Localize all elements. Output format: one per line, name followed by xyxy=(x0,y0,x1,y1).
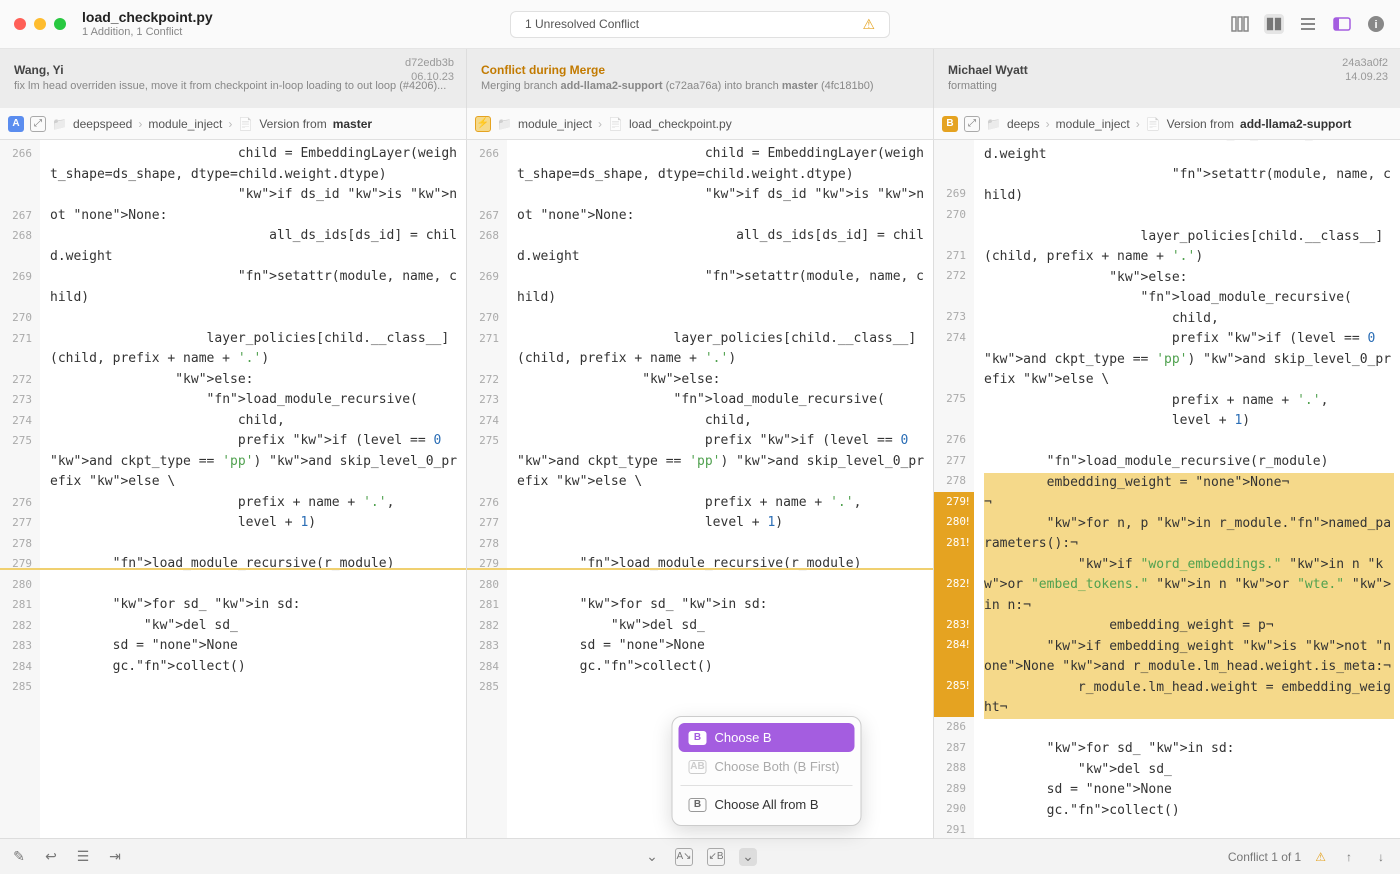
both-badge-icon: AB xyxy=(689,760,707,774)
commit-hash-right: 24a3a0f2 xyxy=(1342,57,1388,69)
commit-author-left: Wang, Yi xyxy=(14,63,452,77)
conflict-marker-left xyxy=(0,568,466,570)
sidebar-toggle-icon[interactable] xyxy=(1332,14,1352,34)
prev-conflict-icon[interactable]: ↑ xyxy=(1340,848,1358,866)
whitespace-icon[interactable]: ⇥ xyxy=(106,848,124,866)
version-a-badge: A xyxy=(8,116,24,132)
merge-title: Conflict during Merge xyxy=(481,63,919,77)
breadcrumb-center[interactable]: ⚡ module_inject › load_checkpoint.py xyxy=(467,108,934,139)
b-badge-icon: B xyxy=(689,798,707,812)
take-b-icon[interactable]: ↙B xyxy=(707,848,725,866)
warning-icon: ⚠︎ xyxy=(862,16,875,33)
wrap-icon[interactable]: ↩ xyxy=(42,848,60,866)
pane-left[interactable]: 2662672682692702712722732742752762772782… xyxy=(0,140,467,838)
commit-info-row: Wang, Yi fix lm head overriden issue, mo… xyxy=(0,48,1400,108)
next-conflict-icon[interactable]: ↓ xyxy=(1372,848,1390,866)
gutter-left: 2662672682692702712722732742752762772782… xyxy=(0,140,40,838)
toolbar-right: i xyxy=(1230,14,1386,34)
conflict-marker-center xyxy=(467,568,933,570)
code-right[interactable]: all_ds_ids[ds_id] = child.weight "fn">se… xyxy=(978,140,1400,838)
resolve-popup: B Choose B AB Choose Both (B First) B Ch… xyxy=(672,716,862,826)
commit-info-left: Wang, Yi fix lm head overriden issue, mo… xyxy=(0,49,467,108)
close-window-button[interactable] xyxy=(14,18,26,30)
edit-icon[interactable]: ✎ xyxy=(10,848,28,866)
chevron-right-icon: › xyxy=(598,117,602,131)
breadcrumb-left[interactable]: A ⤢ deepspeed › module_inject › Version … xyxy=(0,108,467,139)
breadcrumb-right[interactable]: B ⤢ deeps › module_inject › Version from… xyxy=(934,108,1400,139)
breadcrumb-row: A ⤢ deepspeed › module_inject › Version … xyxy=(0,108,1400,140)
chevron-right-icon: › xyxy=(138,117,142,131)
statusbar-left: ✎ ↩ ☰ ⇥ xyxy=(10,848,124,866)
list-icon[interactable] xyxy=(1298,14,1318,34)
layout-split-icon[interactable] xyxy=(1264,14,1284,34)
gutter-center: 2662672682692702712722732742752762772782… xyxy=(467,140,507,838)
chevron-right-icon: › xyxy=(228,117,232,131)
b-badge-icon: B xyxy=(689,731,707,745)
file-title: load_checkpoint.py xyxy=(82,9,213,26)
minimize-window-button[interactable] xyxy=(34,18,46,30)
expand-icon[interactable]: ⤢ xyxy=(964,116,980,132)
commit-info-center: Conflict during Merge Merging branch add… xyxy=(467,49,934,108)
chevron-down-icon[interactable]: ⌄ xyxy=(643,848,661,866)
choose-both-button[interactable]: AB Choose Both (B First) xyxy=(679,752,855,781)
window-controls xyxy=(14,18,66,30)
layout-columns-icon[interactable] xyxy=(1230,14,1250,34)
commit-meta-right: 24a3a0f2 14.09.23 xyxy=(1342,57,1388,83)
choose-all-b-button[interactable]: B Choose All from B xyxy=(679,790,855,819)
conflict-status-pill[interactable]: 1 Unresolved Conflict ⚠︎ xyxy=(510,11,890,38)
popup-divider xyxy=(681,785,853,786)
version-b-badge: B xyxy=(942,116,958,132)
file-subtitle: 1 Addition, 1 Conflict xyxy=(82,26,213,39)
commit-author-right: Michael Wyatt xyxy=(948,63,1386,77)
merge-badge: ⚡ xyxy=(475,116,491,132)
chevron-right-icon: › xyxy=(1136,117,1140,131)
file-icon xyxy=(238,117,253,131)
folder-icon xyxy=(497,117,512,131)
info-icon[interactable]: i xyxy=(1366,14,1386,34)
commit-hash-left: d72edb3b xyxy=(405,57,454,69)
merge-desc: Merging branch add-llama2-support (c72aa… xyxy=(481,79,919,93)
gutter-right: 2692702712722732742752762772782792802812… xyxy=(934,140,974,838)
file-icon xyxy=(608,117,623,131)
commit-desc-left: fix lm head overriden issue, move it fro… xyxy=(14,79,452,93)
expand-icon[interactable]: ⤢ xyxy=(30,116,46,132)
choose-b-button[interactable]: B Choose B xyxy=(679,723,855,752)
title-block: load_checkpoint.py 1 Addition, 1 Conflic… xyxy=(82,9,213,39)
commit-meta-left: d72edb3b 06.10.23 xyxy=(405,57,454,83)
statusbar-center: ⌄ A↘ ↙B ⌄ xyxy=(643,848,757,866)
commit-date-right: 14.09.23 xyxy=(1345,71,1388,83)
pane-right[interactable]: 2692702712722732742752762772782792802812… xyxy=(934,140,1400,838)
commit-date-left: 06.10.23 xyxy=(411,71,454,83)
chevron-right-icon: › xyxy=(1046,117,1050,131)
commit-desc-right: formatting xyxy=(948,79,1386,93)
take-a-icon[interactable]: A↘ xyxy=(675,848,693,866)
svg-text:i: i xyxy=(1374,19,1377,31)
statusbar: ✎ ↩ ☰ ⇥ ⌄ A↘ ↙B ⌄ Conflict 1 of 1 ⚠︎ ↑ ↓ xyxy=(0,838,1400,874)
folder-icon xyxy=(986,117,1001,131)
conflict-position-text: Conflict 1 of 1 xyxy=(1228,850,1301,864)
code-left[interactable]: child = EmbeddingLayer(weight_shape=ds_s… xyxy=(44,140,466,838)
titlebar: load_checkpoint.py 1 Addition, 1 Conflic… xyxy=(0,0,1400,48)
file-icon xyxy=(1146,117,1161,131)
commit-info-right: Michael Wyatt formatting 24a3a0f2 14.09.… xyxy=(934,49,1400,108)
statusbar-right: Conflict 1 of 1 ⚠︎ ↑ ↓ xyxy=(1228,848,1390,866)
warning-icon: ⚠︎ xyxy=(1315,850,1326,864)
maximize-window-button[interactable] xyxy=(54,18,66,30)
indent-icon[interactable]: ☰ xyxy=(74,848,92,866)
conflict-count-text: 1 Unresolved Conflict xyxy=(525,17,639,31)
folder-icon xyxy=(52,117,67,131)
chevron-down-icon[interactable]: ⌄ xyxy=(739,848,757,866)
